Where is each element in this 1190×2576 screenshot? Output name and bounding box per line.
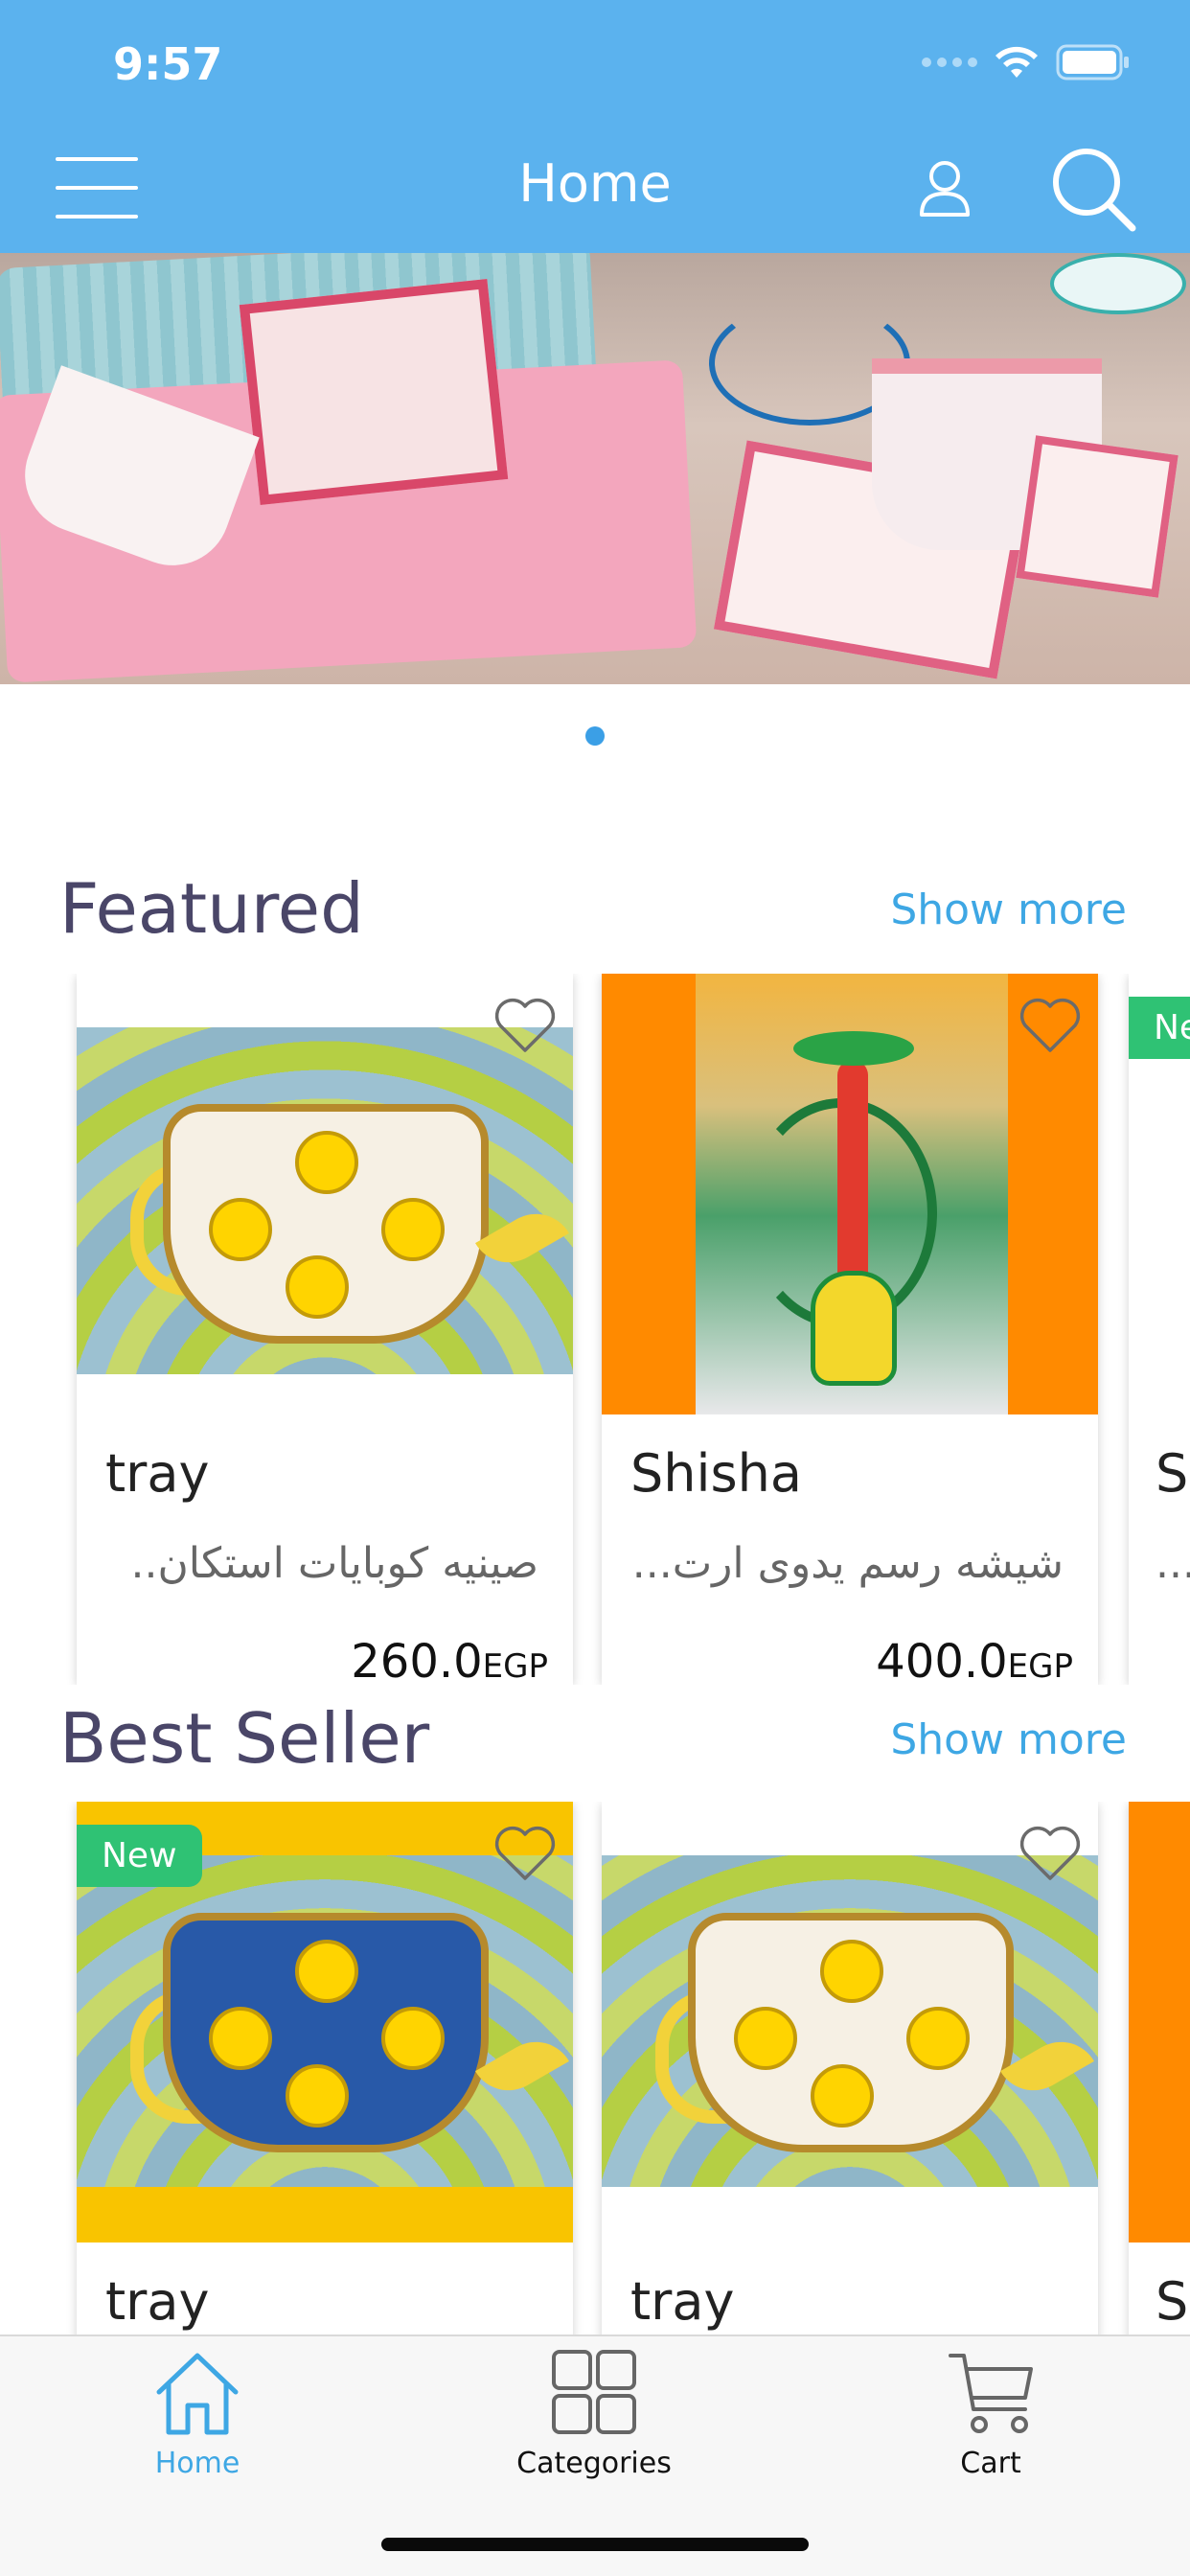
tab-categories[interactable]: Categories bbox=[498, 2350, 690, 2480]
product-card[interactable]: tray صينيه كوبايات استكان.. 260.0EGP bbox=[77, 974, 573, 1685]
brand-logo bbox=[1050, 253, 1186, 314]
banner-card bbox=[239, 278, 509, 506]
product-description: صينيه كوبايات استكان.. bbox=[130, 1539, 538, 1588]
favorite-heart-icon[interactable] bbox=[492, 995, 558, 1054]
product-description: ... bbox=[1156, 1539, 1190, 1588]
product-card[interactable]: Sh bbox=[1129, 1802, 1190, 2334]
banner-coaster bbox=[1016, 435, 1179, 598]
tab-cart-label: Cart bbox=[960, 2447, 1021, 2480]
tab-home-label: Home bbox=[154, 2447, 240, 2480]
featured-title: Featured bbox=[59, 868, 364, 949]
favorite-heart-icon[interactable] bbox=[492, 1823, 558, 1882]
best-seller-title: Best Seller bbox=[59, 1698, 430, 1779]
product-price: 260.0EGP bbox=[351, 1635, 548, 1685]
new-badge: New bbox=[77, 1825, 202, 1887]
tab-cart[interactable]: Cart bbox=[895, 2350, 1087, 2480]
search-button[interactable] bbox=[1050, 146, 1136, 232]
user-icon bbox=[920, 161, 970, 217]
featured-show-more-link[interactable]: Show more bbox=[890, 886, 1127, 934]
product-name: Shisha bbox=[630, 1443, 802, 1504]
product-description: شيشه رسم يدوى ارت... bbox=[631, 1539, 1064, 1588]
best-seller-carousel[interactable]: New tray tray Sh bbox=[0, 1802, 1190, 2334]
featured-carousel[interactable]: tray صينيه كوبايات استكان.. 260.0EGP Shi… bbox=[0, 974, 1190, 1685]
status-time: 9:57 bbox=[113, 38, 223, 90]
product-card[interactable]: Ne Sh ... bbox=[1129, 974, 1190, 1685]
product-name: tray bbox=[105, 1443, 210, 1504]
product-image bbox=[1129, 1802, 1190, 2242]
price-amount: 260.0 bbox=[351, 1635, 483, 1685]
product-card[interactable]: Shisha شيشه رسم يدوى ارت... 400.0EGP bbox=[602, 974, 1098, 1685]
cart-icon bbox=[949, 2354, 1033, 2433]
home-indicator[interactable] bbox=[381, 2538, 809, 2551]
product-name: Sh bbox=[1156, 2271, 1190, 2332]
page-title: Home bbox=[518, 153, 672, 214]
favorite-heart-icon[interactable] bbox=[1018, 1823, 1083, 1882]
product-name: tray bbox=[105, 2271, 210, 2332]
search-icon bbox=[1053, 149, 1136, 232]
carousel-indicator[interactable] bbox=[585, 726, 605, 746]
product-price: 400.0EGP bbox=[876, 1635, 1073, 1685]
battery-icon bbox=[1056, 44, 1129, 80]
product-card[interactable]: New tray bbox=[77, 1802, 573, 2334]
status-indicators bbox=[922, 44, 1131, 80]
wifi-icon bbox=[995, 46, 1038, 78]
best-seller-show-more-link[interactable]: Show more bbox=[890, 1715, 1127, 1764]
grid-icon bbox=[552, 2350, 636, 2434]
tab-categories-label: Categories bbox=[516, 2447, 672, 2480]
price-currency: EGP bbox=[482, 1647, 548, 1685]
house-icon bbox=[156, 2353, 239, 2435]
promo-banner[interactable] bbox=[0, 253, 1190, 684]
product-card[interactable]: tray bbox=[602, 1802, 1098, 2334]
product-name: Sh bbox=[1156, 1443, 1190, 1504]
new-badge: Ne bbox=[1129, 997, 1190, 1059]
favorite-heart-icon[interactable] bbox=[1018, 995, 1083, 1054]
price-amount: 400.0 bbox=[876, 1635, 1008, 1685]
product-name: tray bbox=[630, 2271, 735, 2332]
cellular-signal-icon bbox=[922, 58, 977, 67]
app-header: 9:57 Home bbox=[0, 0, 1190, 253]
profile-button[interactable] bbox=[918, 157, 972, 218]
tab-home[interactable]: Home bbox=[102, 2350, 293, 2480]
price-currency: EGP bbox=[1007, 1647, 1073, 1685]
